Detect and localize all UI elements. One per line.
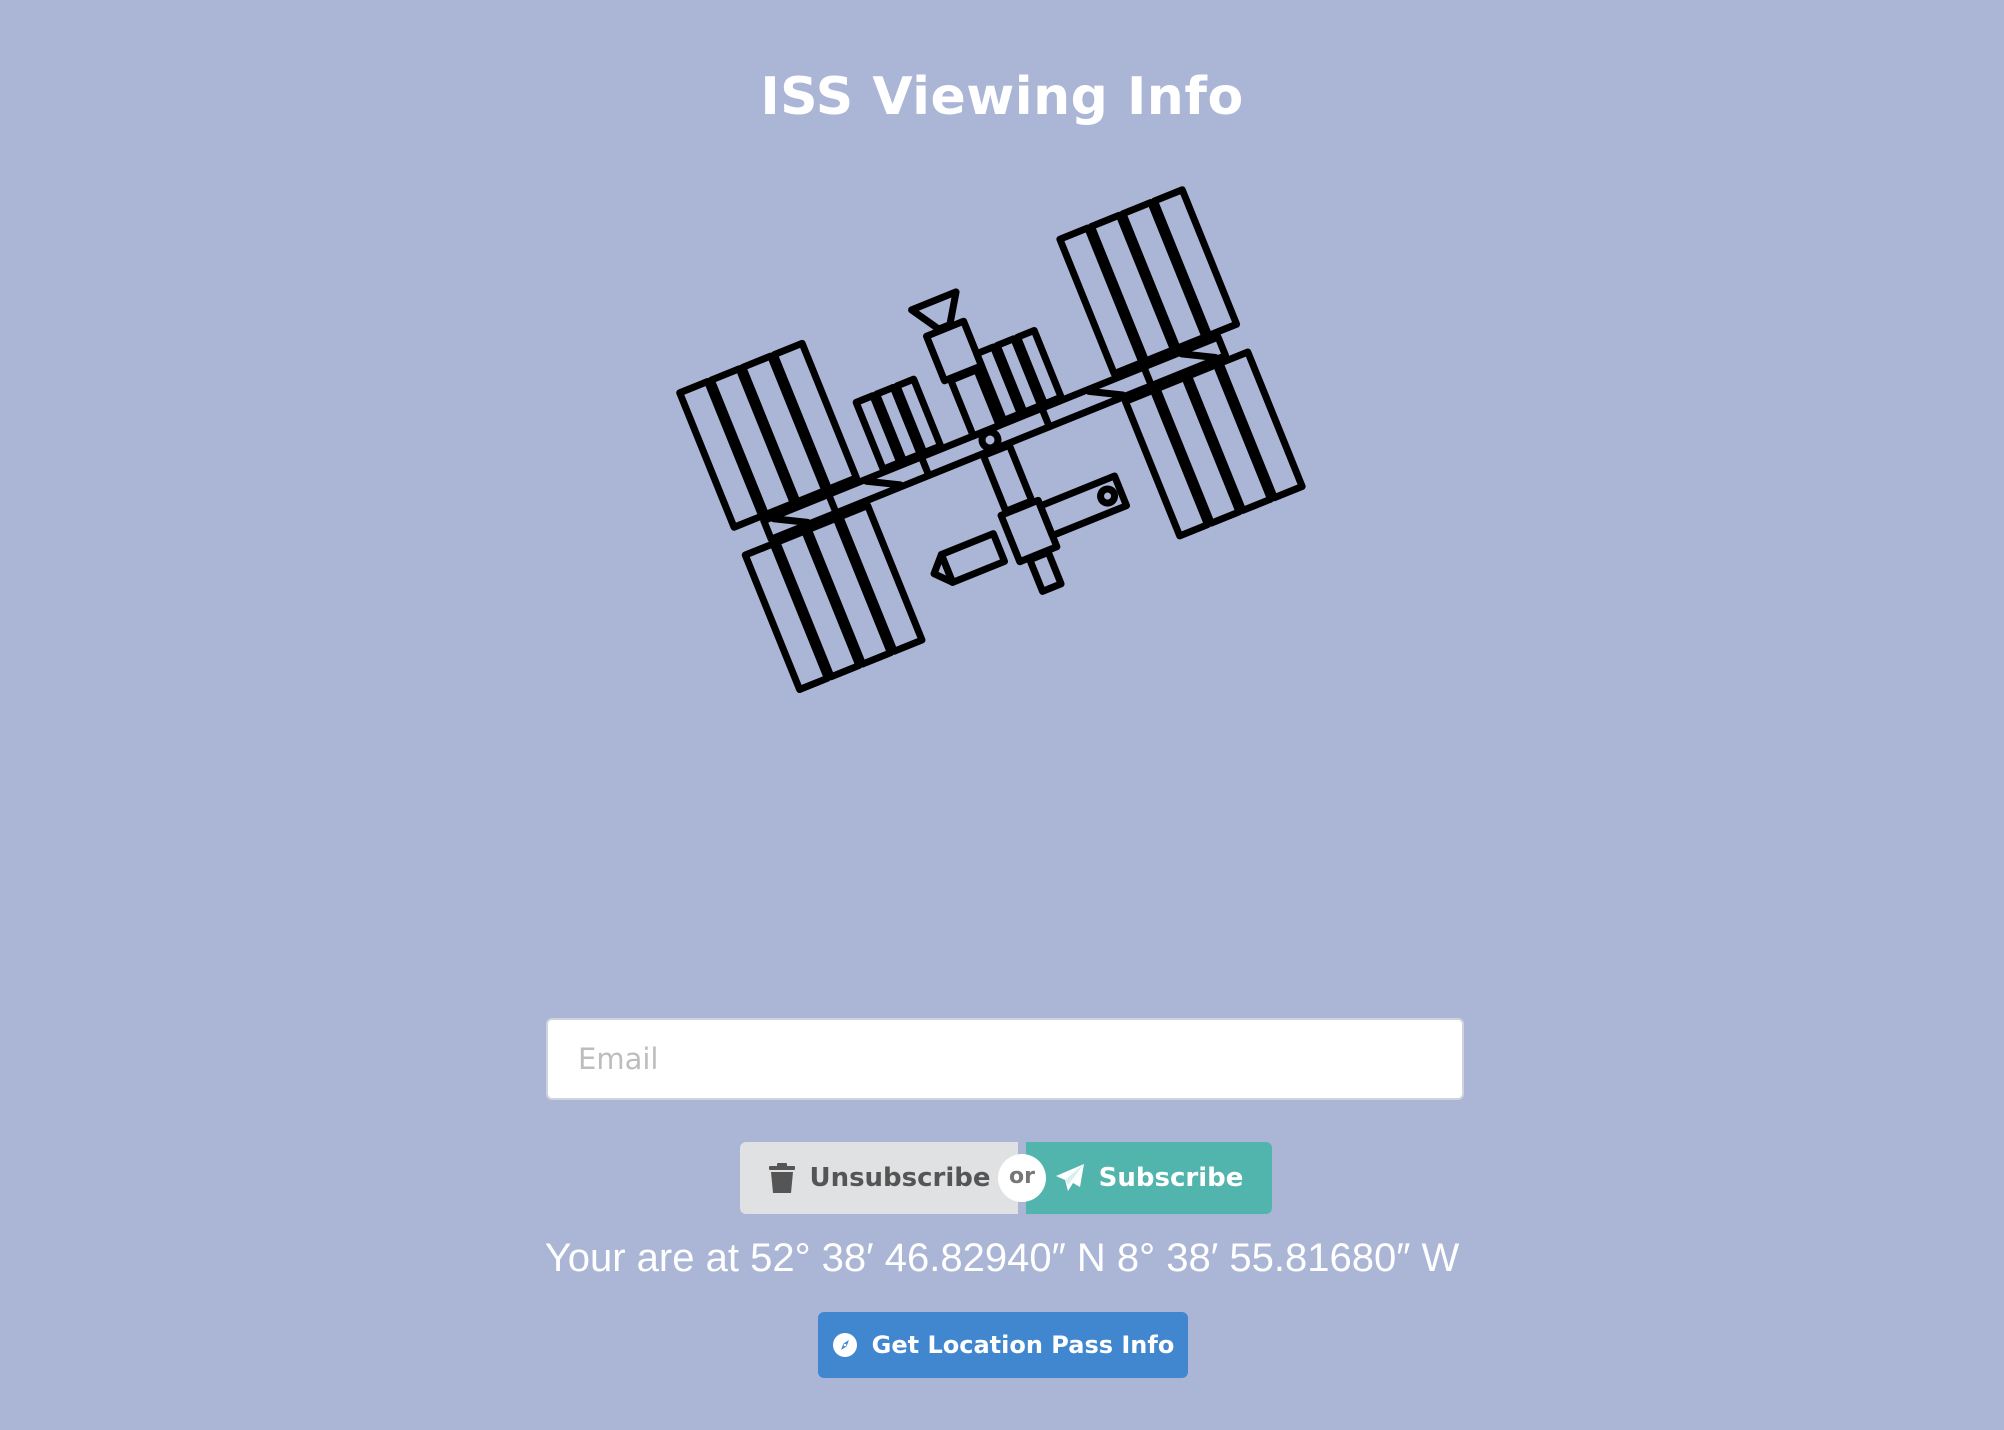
unsubscribe-button[interactable]: Unsubscribe (740, 1142, 1018, 1214)
or-divider: or (998, 1154, 1046, 1202)
unsubscribe-label: Unsubscribe (809, 1163, 991, 1193)
get-location-pass-info-button[interactable]: Get Location Pass Info (818, 1312, 1188, 1378)
location-coordinates: Your are at 52° 38′ 46.82940″ N 8° 38′ 5… (544, 1236, 1460, 1280)
paper-plane-icon (1055, 1163, 1085, 1193)
subscription-button-group: Unsubscribe Subscribe or (740, 1142, 1272, 1214)
compass-icon (832, 1332, 858, 1358)
page-title: ISS Viewing Info (760, 66, 1244, 127)
get-location-pass-info-label: Get Location Pass Info (871, 1331, 1175, 1359)
trash-icon (769, 1163, 796, 1193)
space-station-icon (660, 140, 1360, 730)
subscribe-label: Subscribe (1098, 1163, 1244, 1193)
email-input[interactable] (546, 1018, 1464, 1100)
subscribe-button[interactable]: Subscribe (1026, 1142, 1272, 1214)
